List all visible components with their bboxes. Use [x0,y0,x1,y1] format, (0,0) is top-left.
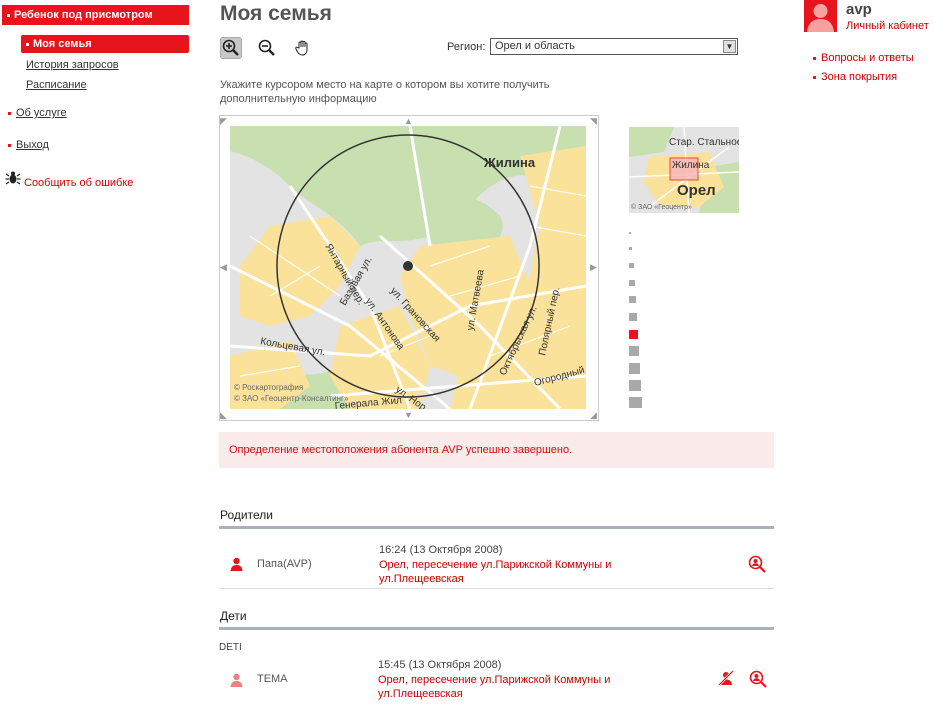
region-select[interactable]: Орел и область ▼ [490,38,738,55]
sidebar-header-label: Ребенок под присмотром [14,9,153,21]
bullet-icon [813,56,816,60]
pan-left-icon[interactable]: ◀ [220,262,227,273]
zoom-level-3[interactable] [629,263,634,268]
zoom-out-icon [258,39,275,56]
status-message: Определение местоположения абонента AVP … [219,432,774,468]
bug-icon [5,170,21,189]
zoom-in-icon [222,39,239,56]
minimap-label-place1: Стар. Стальное [669,137,739,148]
bullet-icon [8,111,11,115]
map-canvas[interactable]: Жилина Янтарный пер. Базовая ул. ул. Ант… [230,126,586,409]
sidebar-header[interactable]: Ребенок под присмотром [2,5,189,25]
person-icon [230,557,243,574]
zoom-level-8[interactable] [629,346,639,356]
location-time: 15:45 (13 Октября 2008) [378,659,502,671]
group-name: DETI [219,642,242,653]
zoom-level-11[interactable] [629,397,642,408]
faq-item[interactable]: Вопросы и ответы [813,52,914,64]
bullet-icon [7,13,10,17]
pan-up-left-icon[interactable]: ◤ [220,116,227,127]
bullet-icon [813,75,816,79]
sidebar-item-logout[interactable]: Выход [8,139,49,151]
pan-tool[interactable] [292,37,314,59]
parents-title: Родители [220,508,273,522]
location-address-link[interactable]: Орел, пересечение ул.Парижской Коммуны и… [378,673,638,701]
zoom-level-9[interactable] [629,363,640,374]
personal-cabinet-link[interactable]: Личный кабинет [846,20,929,32]
pan-right-icon[interactable]: ▶ [590,262,597,273]
section-divider [219,627,774,630]
location-address-link[interactable]: Орел, пересечение ул.Парижской Коммуны и… [379,558,639,586]
faq-link[interactable]: Вопросы и ответы [821,52,914,64]
chevron-down-icon[interactable]: ▼ [723,40,736,53]
map-copyright-2: © ЗАО «Геоцентр-Консалтинг» [234,394,349,403]
zoom-level-6[interactable] [629,313,637,321]
zoom-level-5[interactable] [629,296,636,303]
about-link[interactable]: Об услуге [16,107,67,119]
page-title: Моя семья [220,2,332,25]
zoom-level-2[interactable] [629,247,632,250]
bullet-icon [8,143,11,147]
username: avp [846,1,872,18]
pan-down-right-icon[interactable]: ◢ [590,410,597,421]
location-time: 16:24 (13 Октября 2008) [379,544,503,556]
coverage-item[interactable]: Зона покрытия [813,71,897,83]
zoom-level-1[interactable] [629,232,631,234]
zoom-level-7-active[interactable] [629,330,638,339]
person-name: ТЕМА [257,673,288,685]
pan-down-left-icon[interactable]: ◣ [220,410,227,421]
bullet-icon [26,42,29,46]
sidebar-item-about[interactable]: Об услуге [8,107,67,119]
minimap-label-place2: Жилина [672,160,710,171]
minimap-copyright: © ЗАО «Геоцентр» [631,203,692,211]
minimap[interactable]: Стар. Стальное Жилина Орел © ЗАО «Геоцен… [629,127,739,213]
zoom-in-tool[interactable] [220,37,242,59]
pan-up-right-icon[interactable]: ◥ [590,116,597,127]
remove-child-icon[interactable] [718,670,734,689]
pan-hand-icon [295,40,308,56]
pan-up-icon[interactable]: ▲ [404,116,413,126]
locate-person-icon[interactable] [748,555,766,576]
sidebar-item-schedule[interactable]: Расписание [26,79,87,91]
map-copyright-1: © Роскартография [234,383,303,392]
avatar [804,0,837,32]
zoom-level-4[interactable] [629,280,635,286]
section-divider [219,526,774,529]
region-label: Регион: [447,41,486,53]
zoom-out-tool[interactable] [256,37,278,59]
sidebar-item-history[interactable]: История запросов [26,59,119,71]
user-silhouette-icon [807,4,834,32]
map-label-district: Жилина [483,155,536,170]
row-divider [219,588,774,589]
report-error-link[interactable]: Сообщить об ошибке [24,177,133,189]
sidebar-item-label: Моя семья [33,38,92,50]
person-icon [230,673,243,690]
logout-link[interactable]: Выход [16,139,49,151]
coverage-link[interactable]: Зона покрытия [821,71,897,83]
minimap-label-city: Орел [677,182,716,199]
sidebar-item-my-family[interactable]: Моя семья [21,35,189,53]
map-hint: Укажите курсором место на карте о которо… [220,79,550,105]
locate-person-icon[interactable] [749,670,767,691]
pan-down-icon[interactable]: ▼ [404,410,413,420]
zoom-level-10[interactable] [629,380,641,391]
region-selected: Орел и область [495,40,575,52]
children-title: Дети [220,609,247,623]
person-name: Папа(AVP) [257,558,312,570]
